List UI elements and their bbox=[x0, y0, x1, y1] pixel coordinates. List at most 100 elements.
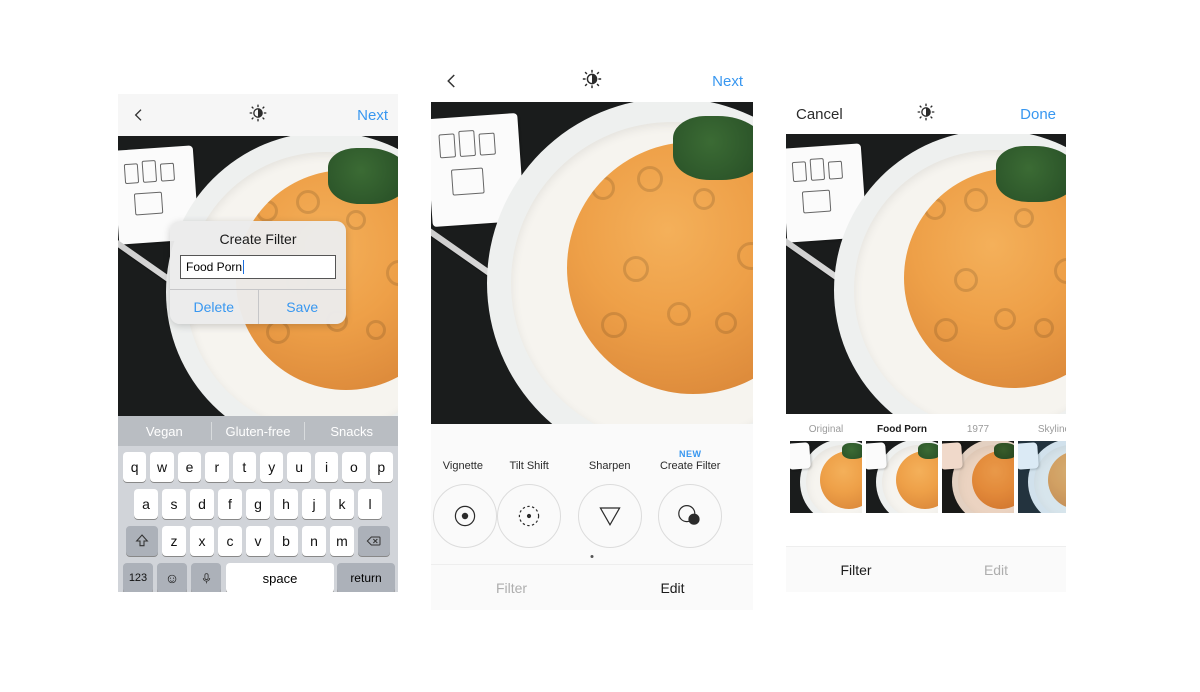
key-x[interactable]: x bbox=[190, 526, 214, 556]
filter-1977[interactable]: 1977 bbox=[942, 424, 1014, 513]
prediction-3[interactable]: Snacks bbox=[305, 424, 398, 439]
tool-sharpen[interactable]: Sharpen bbox=[569, 448, 650, 548]
keyboard-predictions: Vegan Gluten-free Snacks bbox=[118, 416, 398, 446]
edit-tools-strip[interactable]: Vignette Tilt Shift Sharpen NEW Create F… bbox=[431, 424, 753, 564]
next-button[interactable]: Next bbox=[712, 73, 743, 90]
page-indicator bbox=[591, 555, 594, 558]
photo-preview bbox=[786, 134, 1066, 414]
tab-filter[interactable]: Filter bbox=[431, 565, 592, 610]
create-filter-icon bbox=[658, 484, 722, 548]
key-e[interactable]: e bbox=[178, 452, 201, 482]
create-filter-modal: Create Filter Food Porn Delete Save bbox=[170, 221, 346, 324]
key-c[interactable]: c bbox=[218, 526, 242, 556]
filter-label: Skyline bbox=[1038, 424, 1066, 435]
chevron-left-icon bbox=[131, 107, 147, 123]
prediction-1[interactable]: Vegan bbox=[118, 424, 211, 439]
text-cursor bbox=[243, 260, 244, 274]
key-j[interactable]: j bbox=[302, 489, 326, 519]
filter-thumbnail bbox=[1018, 441, 1066, 513]
key-t[interactable]: t bbox=[233, 452, 256, 482]
save-button[interactable]: Save bbox=[259, 290, 347, 324]
key-n[interactable]: n bbox=[302, 526, 326, 556]
bottom-tabs: Filter Edit bbox=[786, 546, 1066, 592]
brightness-icon[interactable] bbox=[581, 68, 603, 95]
key-k[interactable]: k bbox=[330, 489, 354, 519]
tool-label: Tilt Shift bbox=[510, 460, 549, 472]
nav-bar: Next bbox=[431, 60, 753, 102]
modal-title: Create Filter bbox=[170, 221, 346, 255]
tool-create-filter[interactable]: NEW Create Filter bbox=[650, 448, 731, 548]
key-b[interactable]: b bbox=[274, 526, 298, 556]
tab-edit[interactable]: Edit bbox=[592, 565, 753, 610]
back-button[interactable] bbox=[441, 70, 463, 92]
key-v[interactable]: v bbox=[246, 526, 270, 556]
key-d[interactable]: d bbox=[190, 489, 214, 519]
screen-filter-select: Cancel Done Original bbox=[786, 94, 1066, 592]
photo-preview bbox=[431, 102, 753, 424]
filter-thumbnail bbox=[790, 441, 862, 513]
kb-row-1: qwertyuiop bbox=[121, 452, 395, 482]
tilt-shift-icon bbox=[497, 484, 561, 548]
mic-icon bbox=[200, 572, 213, 585]
key-g[interactable]: g bbox=[246, 489, 270, 519]
filter-skyline[interactable]: Skyline bbox=[1018, 424, 1066, 513]
key-w[interactable]: w bbox=[150, 452, 173, 482]
key-q[interactable]: q bbox=[123, 452, 146, 482]
filter-original[interactable]: Original bbox=[790, 424, 862, 513]
kb-row-3: zxcvbnm bbox=[121, 526, 395, 556]
prediction-2[interactable]: Gluten-free bbox=[212, 424, 305, 439]
return-key[interactable]: return bbox=[337, 563, 395, 592]
key-z[interactable]: z bbox=[162, 526, 186, 556]
delete-key[interactable] bbox=[358, 526, 390, 556]
nav-bar: Next bbox=[118, 94, 398, 136]
key-u[interactable]: u bbox=[287, 452, 310, 482]
back-button[interactable] bbox=[128, 104, 150, 126]
key-r[interactable]: r bbox=[205, 452, 228, 482]
next-button[interactable]: Next bbox=[357, 107, 388, 124]
filter-food-porn[interactable]: Food Porn bbox=[866, 424, 938, 513]
brightness-icon[interactable] bbox=[916, 102, 936, 127]
filters-area: Original Food Porn 1977 Skyline bbox=[786, 414, 1066, 546]
emoji-key[interactable]: ☺ bbox=[157, 563, 187, 592]
key-m[interactable]: m bbox=[330, 526, 354, 556]
key-o[interactable]: o bbox=[342, 452, 365, 482]
key-y[interactable]: y bbox=[260, 452, 283, 482]
tab-edit[interactable]: Edit bbox=[926, 547, 1066, 592]
tool-label: Vignette bbox=[443, 460, 483, 472]
tab-filter[interactable]: Filter bbox=[786, 547, 926, 592]
kb-row-4: 123 ☺ space return bbox=[121, 563, 395, 592]
key-f[interactable]: f bbox=[218, 489, 242, 519]
new-badge: NEW bbox=[660, 449, 721, 459]
key-s[interactable]: s bbox=[162, 489, 186, 519]
filter-label: Original bbox=[809, 424, 843, 435]
key-a[interactable]: a bbox=[134, 489, 158, 519]
key-l[interactable]: l bbox=[358, 489, 382, 519]
chevron-left-icon bbox=[443, 72, 461, 90]
key-i[interactable]: i bbox=[315, 452, 338, 482]
vignette-icon bbox=[433, 484, 497, 548]
tool-label: Sharpen bbox=[589, 460, 631, 472]
tool-tilt-shift[interactable]: Tilt Shift bbox=[489, 448, 570, 548]
brightness-icon[interactable] bbox=[248, 103, 268, 128]
delete-button[interactable]: Delete bbox=[170, 290, 259, 324]
filter-label: 1977 bbox=[967, 424, 989, 435]
filter-strip[interactable]: Original Food Porn 1977 Skyline bbox=[786, 424, 1066, 513]
sharpen-icon bbox=[578, 484, 642, 548]
tool-label: Create Filter bbox=[660, 460, 721, 472]
filter-label: Food Porn bbox=[877, 424, 927, 435]
key-p[interactable]: p bbox=[370, 452, 393, 482]
filter-thumbnail bbox=[866, 441, 938, 513]
tool-vignette[interactable]: Vignette bbox=[431, 448, 489, 548]
key-h[interactable]: h bbox=[274, 489, 298, 519]
done-button[interactable]: Done bbox=[1020, 106, 1056, 123]
space-key[interactable]: space bbox=[226, 563, 334, 592]
filter-name-input[interactable]: Food Porn bbox=[180, 255, 336, 279]
filter-thumbnail bbox=[942, 441, 1014, 513]
shift-key[interactable] bbox=[126, 526, 158, 556]
dictation-key[interactable] bbox=[191, 563, 221, 592]
nav-bar: Cancel Done bbox=[786, 94, 1066, 134]
cancel-button[interactable]: Cancel bbox=[796, 106, 843, 123]
numbers-key[interactable]: 123 bbox=[123, 563, 153, 592]
screen-create-filter-modal: Next Create Filter Food Porn bbox=[118, 94, 398, 592]
ios-keyboard: qwertyuiop asdfghjkl zxcvbnm 123 ☺ space… bbox=[118, 446, 398, 592]
